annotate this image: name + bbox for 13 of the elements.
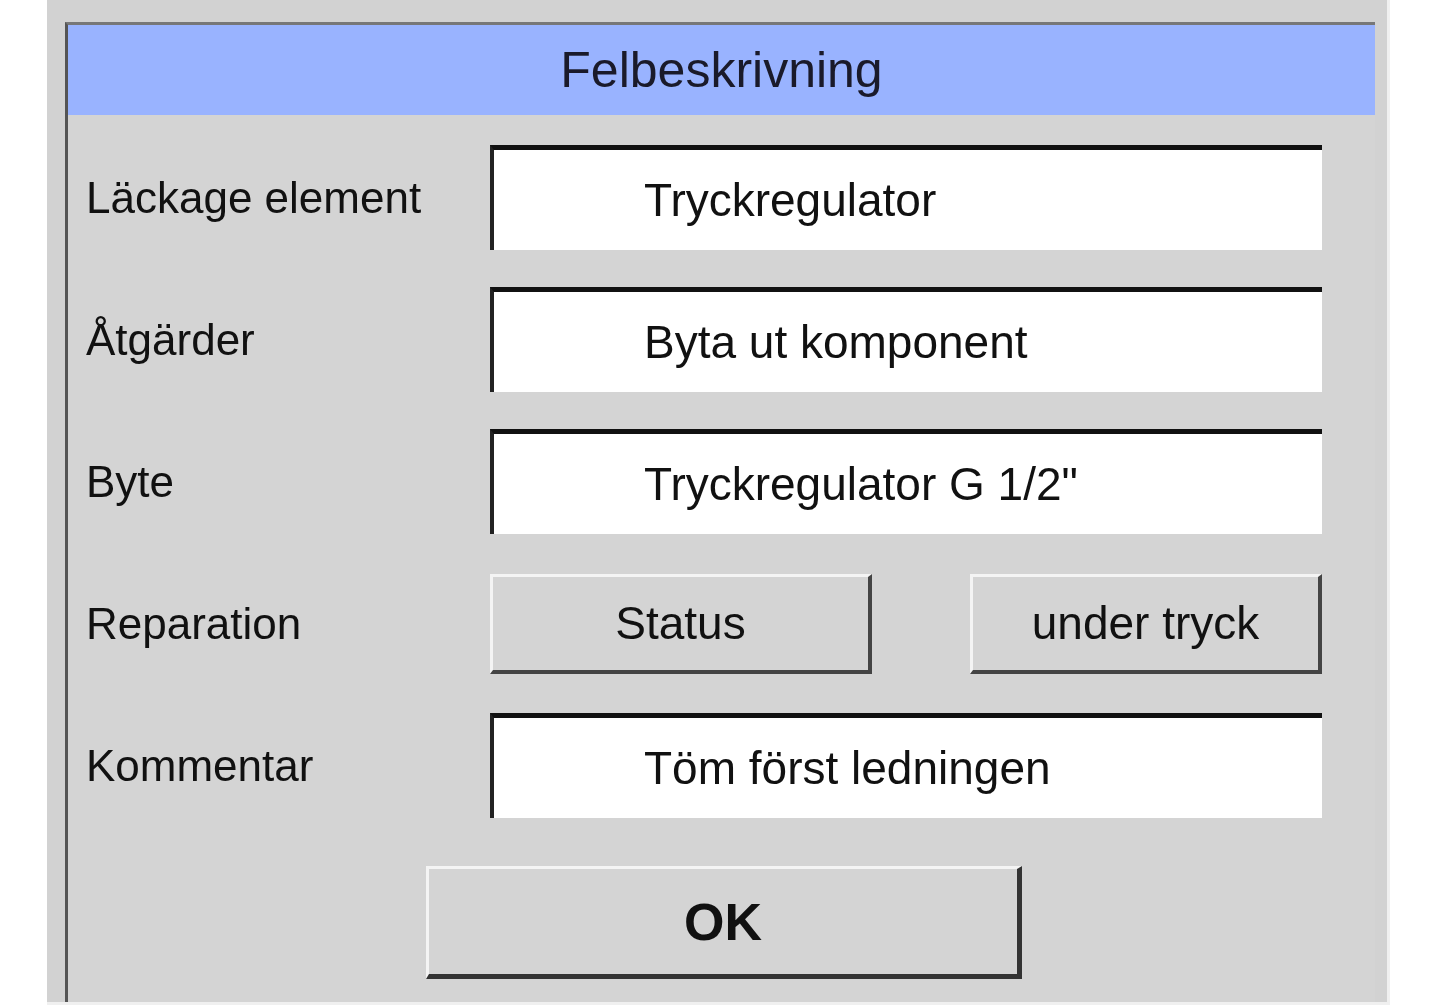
value-field: Töm först ledningen (490, 713, 1322, 818)
field-label: Reparation (85, 598, 303, 649)
field-label: Kommentar (85, 740, 315, 791)
value-field: Tryckregulator G 1/2" (490, 429, 1322, 534)
option-button[interactable]: Status (490, 573, 872, 674)
value-field: Tryckregulator (490, 145, 1322, 250)
dialog-title: Felbeskrivning (68, 25, 1375, 115)
ok-button[interactable]: OK (426, 866, 1022, 979)
field-label: Åtgärder (85, 314, 256, 365)
field-label: Läckage element (85, 172, 423, 223)
field-label: Byte (85, 456, 176, 507)
option-button[interactable]: under tryck (970, 573, 1322, 674)
value-field: Byta ut komponent (490, 287, 1322, 392)
